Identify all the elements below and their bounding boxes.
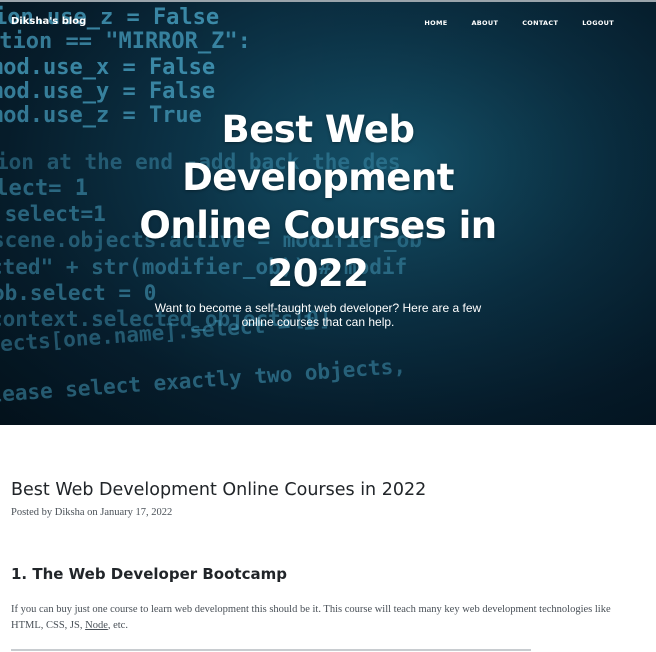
section-paragraph: If you can buy just one course to learn …	[11, 602, 641, 633]
nav-link-about[interactable]: About	[471, 19, 498, 27]
next-paragraph-cropped	[11, 647, 611, 652]
meta-prefix: Posted by	[11, 507, 55, 518]
site-brand[interactable]: Diksha's blog	[11, 16, 86, 27]
meta-on: on	[84, 507, 101, 518]
post-date: January 17, 2022	[100, 507, 173, 518]
paragraph-text-end: , etc.	[107, 619, 128, 631]
nav-link-logout[interactable]: Logout	[582, 19, 614, 27]
nav-link-contact[interactable]: Contact	[522, 19, 558, 27]
nav-links: Home About Contact Logout	[400, 19, 614, 27]
post-author: Diksha	[54, 507, 85, 518]
hero-header: ion.use_z = Falseation == "MIRROR_Z":mod…	[0, 0, 656, 425]
cropped-text-line	[11, 649, 531, 651]
hero-title: Best Web Development Online Courses in 2…	[139, 108, 497, 295]
node-link[interactable]: Node	[85, 620, 108, 631]
post-header: Best Web Development Online Courses in 2…	[11, 478, 611, 518]
hero-subtitle: Want to become a self-taught web develop…	[154, 301, 482, 329]
top-navigation: Diksha's blog Home About Contact Logout	[0, 2, 656, 46]
post-meta: Posted by Diksha on January 17, 2022	[11, 507, 611, 518]
section-heading: 1. The Web Developer Bootcamp	[11, 565, 287, 583]
post-title: Best Web Development Online Courses in 2…	[11, 480, 427, 500]
nav-link-home[interactable]: Home	[424, 19, 447, 27]
